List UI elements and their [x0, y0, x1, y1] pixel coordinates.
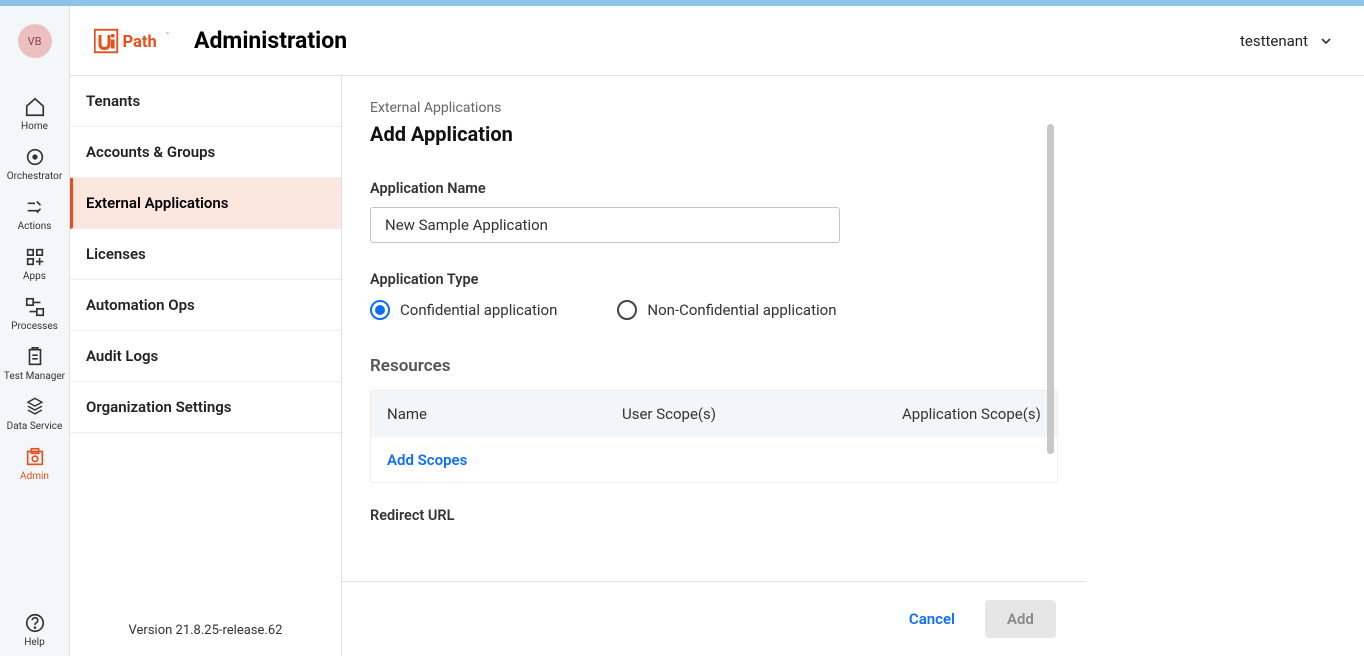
rail-item-data-service[interactable]: Data Service	[0, 390, 70, 440]
header-title: Administration	[194, 27, 347, 54]
resources-title: Resources	[370, 356, 1058, 376]
page-title: Add Application	[370, 122, 1058, 146]
rail-label: Admin	[20, 471, 49, 482]
rail-item-actions[interactable]: Actions	[0, 190, 70, 240]
scrollbar[interactable]	[1047, 124, 1054, 454]
redirect-url-label: Redirect URL	[370, 507, 1058, 524]
subnav-accounts-groups[interactable]: Accounts & Groups	[70, 127, 341, 178]
data-service-icon	[24, 396, 46, 418]
footer-actions: Cancel Add	[342, 581, 1086, 656]
resources-table: Name User Scope(s) Application Scope(s) …	[370, 390, 1058, 483]
cancel-button[interactable]: Cancel	[899, 604, 965, 634]
radio-label: Confidential application	[400, 301, 557, 319]
rail-label: Test Manager	[4, 371, 65, 382]
rail-label: Help	[24, 637, 44, 648]
rail-label: Data Service	[7, 421, 63, 432]
admin-icon	[24, 446, 46, 468]
actions-icon	[24, 196, 46, 218]
subnav-external-applications[interactable]: External Applications	[70, 178, 341, 229]
rail-item-home[interactable]: Home	[0, 90, 70, 140]
svg-text:Path: Path	[123, 33, 157, 52]
left-rail: VB Home Orchestrator Actions Apps Proces…	[0, 6, 70, 656]
col-name: Name	[387, 405, 622, 423]
breadcrumb: External Applications	[370, 100, 1058, 116]
processes-icon	[24, 296, 46, 318]
page-content: External Applications Add Application Ap…	[342, 76, 1086, 581]
app-name-input[interactable]	[370, 207, 840, 243]
radio-icon	[370, 300, 390, 320]
rail-item-admin[interactable]: Admin	[0, 440, 70, 490]
rail-item-help[interactable]: Help	[0, 606, 70, 656]
rail-label: Orchestrator	[7, 171, 63, 182]
subnav-organization-settings[interactable]: Organization Settings	[70, 382, 341, 433]
home-icon	[24, 96, 46, 118]
rail-label: Processes	[11, 321, 58, 332]
rail-item-apps[interactable]: Apps	[0, 240, 70, 290]
chevron-down-icon	[1318, 33, 1334, 49]
rail-label: Apps	[23, 271, 46, 282]
tenant-name: testtenant	[1240, 32, 1308, 50]
help-icon	[24, 612, 46, 634]
add-scopes-link[interactable]: Add Scopes	[387, 451, 467, 469]
subnav-licenses[interactable]: Licenses	[70, 229, 341, 280]
col-user-scope: User Scope(s)	[622, 405, 902, 423]
test-manager-icon	[24, 346, 46, 368]
subnav-audit-logs[interactable]: Audit Logs	[70, 331, 341, 382]
col-app-scope: Application Scope(s)	[902, 405, 1041, 423]
logo[interactable]: Path ™ Administration	[94, 26, 347, 56]
header: Path ™ Administration testtenant	[70, 6, 1364, 76]
orchestrator-icon	[24, 146, 46, 168]
apps-icon	[24, 246, 46, 268]
radio-non-confidential[interactable]: Non-Confidential application	[617, 300, 836, 320]
rail-item-test-manager[interactable]: Test Manager	[0, 340, 70, 390]
rail-item-orchestrator[interactable]: Orchestrator	[0, 140, 70, 190]
add-button[interactable]: Add	[985, 600, 1056, 638]
app-name-label: Application Name	[370, 180, 1058, 197]
subnav-tenants[interactable]: Tenants	[70, 76, 341, 127]
resources-header-row: Name User Scope(s) Application Scope(s)	[371, 391, 1057, 437]
radio-label: Non-Confidential application	[647, 301, 836, 319]
tenant-switcher[interactable]: testtenant	[1240, 32, 1334, 50]
app-type-label: Application Type	[370, 271, 1058, 288]
svg-text:™: ™	[165, 31, 169, 38]
rail-label: Actions	[18, 221, 52, 232]
subnav-automation-ops[interactable]: Automation Ops	[70, 280, 341, 331]
rail-item-processes[interactable]: Processes	[0, 290, 70, 340]
avatar[interactable]: VB	[18, 24, 52, 58]
rail-label: Home	[21, 121, 48, 132]
sub-nav: Tenants Accounts & Groups External Appli…	[70, 76, 342, 656]
version-text: Version 21.8.25-release.62	[70, 605, 341, 656]
uipath-logo-icon: Path ™	[94, 26, 184, 56]
radio-confidential[interactable]: Confidential application	[370, 300, 557, 320]
radio-icon	[617, 300, 637, 320]
